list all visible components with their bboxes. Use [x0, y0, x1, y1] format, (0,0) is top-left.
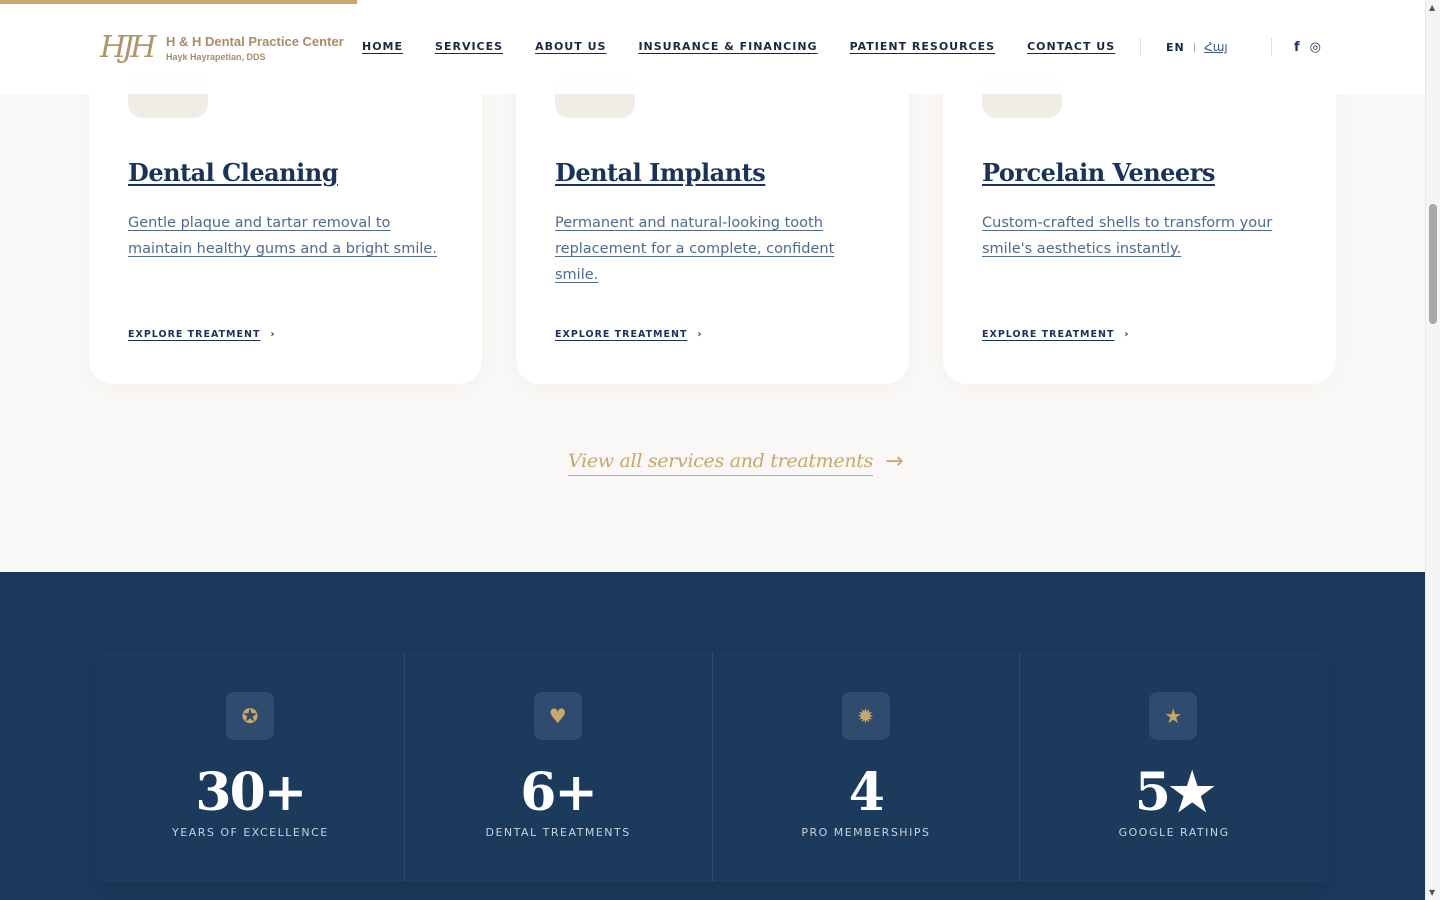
- nav-services[interactable]: SERVICES: [435, 40, 503, 53]
- scrollbar-thumb[interactable]: [1429, 204, 1437, 324]
- star-icon: ★: [1149, 692, 1198, 740]
- main-nav: HOME SERVICES ABOUT US INSURANCE & FINAN…: [362, 40, 1147, 53]
- service-description[interactable]: Gentle plaque and tartar removal to main…: [128, 210, 448, 262]
- stat-rating: ★ 5★ GOOGLE RATING: [1020, 652, 1328, 882]
- logo[interactable]: HJH H & H Dental Practice Center Hayk Ha…: [100, 30, 344, 65]
- explore-treatment-link[interactable]: EXPLORE TREATMENT ›: [555, 329, 702, 340]
- scroll-down-icon[interactable]: ▼: [1429, 888, 1435, 897]
- service-title[interactable]: Dental Implants: [555, 158, 766, 187]
- stat-years: ✪ 30+ YEARS OF EXCELLENCE: [97, 652, 405, 882]
- explore-treatment-link[interactable]: EXPLORE TREATMENT ›: [128, 329, 275, 340]
- service-card[interactable]: Porcelain Veneers Custom-crafted shells …: [943, 50, 1336, 384]
- stat-value: 4: [848, 762, 885, 823]
- explore-label: EXPLORE TREATMENT: [128, 329, 261, 340]
- stats-section: ✪ 30+ YEARS OF EXCELLENCE ♥ 6+ DENTAL TR…: [0, 572, 1425, 900]
- service-description[interactable]: Custom-crafted shells to transform your …: [982, 210, 1302, 262]
- chevron-right-icon: ›: [270, 329, 276, 340]
- service-description[interactable]: Permanent and natural-looking tooth repl…: [555, 210, 875, 288]
- explore-treatment-link[interactable]: EXPLORE TREATMENT ›: [982, 329, 1129, 340]
- explore-label: EXPLORE TREATMENT: [982, 329, 1115, 340]
- instagram-icon[interactable]: ◎: [1310, 40, 1321, 55]
- stat-label: PRO MEMBERSHIPS: [801, 826, 931, 839]
- nav-contact-us[interactable]: CONTACT US: [1027, 40, 1115, 53]
- stat-label: DENTAL TREATMENTS: [485, 826, 631, 839]
- award-icon: ✪: [226, 692, 274, 740]
- stats-panel: ✪ 30+ YEARS OF EXCELLENCE ♥ 6+ DENTAL TR…: [97, 652, 1328, 882]
- social-links: f ◎: [1271, 38, 1321, 56]
- lang-separator: |: [1192, 41, 1197, 53]
- stat-value: 30+: [195, 762, 307, 823]
- service-card[interactable]: Dental Cleaning Gentle plaque and tartar…: [89, 50, 482, 384]
- tooth-icon: ♥: [533, 692, 582, 740]
- logo-mark: HJH: [100, 30, 156, 65]
- service-card[interactable]: Dental Implants Permanent and natural-lo…: [516, 50, 909, 384]
- scroll-progress-bar: [0, 0, 357, 4]
- scroll-up-icon[interactable]: ▲: [1429, 3, 1435, 12]
- chevron-right-icon: ›: [1124, 329, 1130, 340]
- nav-home[interactable]: HOME: [362, 40, 403, 53]
- stat-value: 6+: [520, 762, 598, 823]
- chevron-right-icon: ›: [697, 329, 703, 340]
- stat-treatments: ♥ 6+ DENTAL TREATMENTS: [405, 652, 713, 882]
- arrow-right-icon: →: [885, 448, 904, 474]
- service-title[interactable]: Dental Cleaning: [128, 158, 338, 187]
- facebook-icon[interactable]: f: [1294, 40, 1300, 55]
- view-all-services-link[interactable]: View all services and treatments →: [568, 448, 904, 476]
- stat-memberships: ✹ 4 PRO MEMBERSHIPS: [713, 652, 1021, 882]
- stat-label: YEARS OF EXCELLENCE: [172, 826, 329, 839]
- lang-en[interactable]: EN: [1166, 41, 1185, 54]
- badge-icon: ✹: [841, 692, 890, 740]
- logo-text: H & H Dental Practice Center Hayk Hayrap…: [166, 34, 344, 62]
- view-all-label: View all services and treatments: [568, 450, 873, 476]
- logo-subtitle: Hayk Hayrapetian, DDS: [166, 51, 266, 62]
- language-switcher: EN | Հայ: [1140, 38, 1228, 56]
- site-header: HJH H & H Dental Practice Center Hayk Ha…: [0, 0, 1425, 94]
- stat-value: 5★: [1134, 762, 1216, 823]
- nav-about-us[interactable]: ABOUT US: [535, 40, 606, 53]
- lang-hy[interactable]: Հայ: [1204, 40, 1228, 54]
- page-scrollbar[interactable]: ▲ ▼: [1425, 0, 1440, 900]
- nav-patient-resources[interactable]: PATIENT RESOURCES: [850, 40, 996, 53]
- explore-label: EXPLORE TREATMENT: [555, 329, 688, 340]
- service-title[interactable]: Porcelain Veneers: [982, 158, 1215, 187]
- stat-label: GOOGLE RATING: [1118, 826, 1230, 839]
- nav-insurance-financing[interactable]: INSURANCE & FINANCING: [638, 40, 817, 53]
- logo-name: H & H Dental Practice Center: [166, 33, 344, 49]
